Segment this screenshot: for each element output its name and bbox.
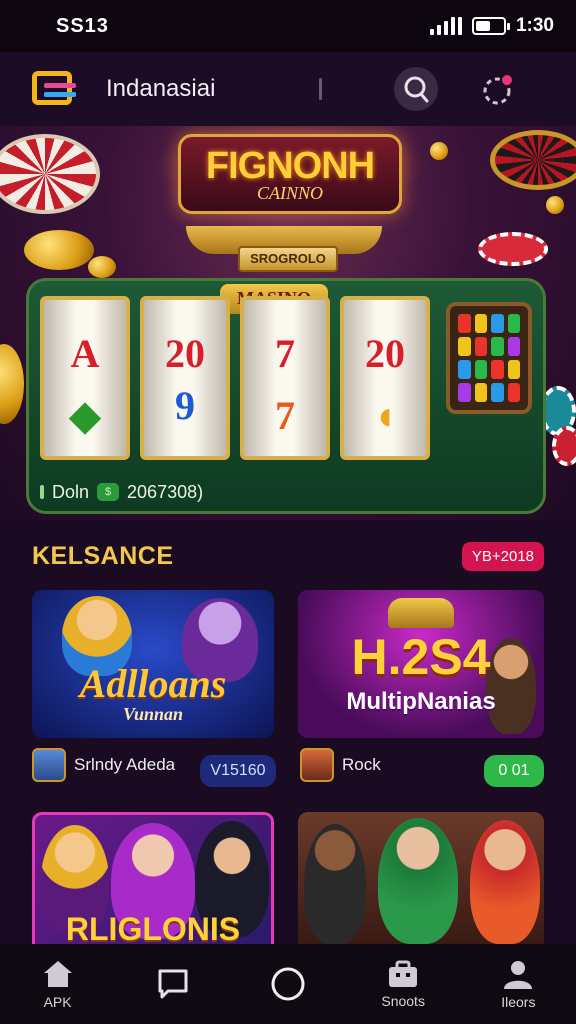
avatar	[32, 748, 66, 782]
game-card[interactable]: Adlloans Vunnan	[32, 590, 274, 738]
hero-banner[interactable]: FIGNONH CAINNO SROGROLO MASINO A ◆ 20 9 …	[0, 126, 576, 520]
battery-level	[475, 21, 490, 31]
game-card-title: Adlloans	[79, 661, 227, 706]
gold-coin-image	[88, 256, 116, 278]
game-card-meta: Rock	[300, 748, 381, 782]
chat-icon	[158, 969, 188, 999]
casino-logo: FIGNONH CAINNO	[178, 134, 402, 214]
header-divider	[319, 78, 323, 100]
nav-item-snoots[interactable]: Snoots	[348, 944, 458, 1024]
section-title: KELSANCE	[32, 541, 174, 570]
game-card[interactable]: RLIGLONIS	[32, 812, 274, 944]
game-provider-name: Srlndy Adeda	[74, 755, 176, 774]
gold-coin-image	[430, 142, 448, 160]
gold-coin-image	[24, 230, 94, 270]
status-clock: 1:30	[515, 15, 554, 36]
app-logo-icon[interactable]	[32, 69, 78, 109]
game-card-subtitle: MultipNanias	[346, 688, 496, 715]
character-image	[470, 820, 540, 944]
balance-bar: Doln $ 2067308)	[40, 478, 203, 506]
section-header: KELSANCE YB+2018	[32, 534, 544, 578]
slot-reel: 20 ◖	[340, 296, 430, 460]
balance-chip-icon: $	[97, 483, 120, 501]
balance-value: 2067308)	[127, 481, 204, 502]
user-icon	[504, 961, 533, 989]
bottom-nav: APK Snoots Ileors	[0, 944, 576, 1024]
notification-button[interactable]	[476, 67, 520, 111]
table-plaque: SROGROLO	[238, 246, 338, 272]
app-title: Indanasiai	[106, 75, 216, 102]
status-icons: 1:30	[429, 15, 554, 37]
section-badge[interactable]: YB+2018	[461, 541, 544, 571]
roulette-wheel-image	[0, 134, 100, 214]
circle-home-icon	[271, 967, 305, 1001]
game-provider-name: Rock	[342, 755, 381, 774]
game-card-title: H.2S4	[351, 629, 491, 685]
game-card[interactable]: H.2S4 MultipNanias	[298, 590, 544, 738]
slot-reel: A ◆	[40, 296, 130, 460]
game-stat-pill[interactable]: V15160	[200, 755, 276, 787]
avatar	[300, 748, 334, 782]
game-card[interactable]	[298, 812, 544, 944]
briefcase-icon	[389, 960, 418, 987]
character-image	[304, 824, 366, 944]
status-bar: SS13 1:30	[0, 0, 576, 52]
casino-chip-image	[552, 426, 576, 466]
nav-label: APK	[43, 994, 72, 1010]
home-icon	[43, 961, 72, 987]
casino-logo-title: FIGNONH	[205, 145, 375, 187]
gold-coin-image	[0, 344, 24, 424]
character-image	[378, 818, 458, 944]
nav-item-chat[interactable]	[118, 944, 228, 1024]
app-header: Indanasiai	[0, 52, 576, 126]
casino-chip-image	[478, 232, 548, 266]
nav-label: Ileors	[501, 994, 536, 1010]
notification-icon	[483, 75, 513, 105]
balance-label: Doln	[52, 481, 90, 502]
gold-coin-image	[546, 196, 564, 214]
casino-logo-subtitle: CAINNO	[256, 183, 323, 203]
search-icon	[404, 76, 429, 103]
status-time: SS13	[56, 14, 109, 37]
game-stat-pill[interactable]: 0 01	[484, 755, 544, 787]
nav-item-ileors[interactable]: Ileors	[463, 944, 573, 1024]
game-card-title: RLIGLONIS	[65, 911, 241, 944]
search-button[interactable]	[394, 67, 439, 111]
paytable-panel	[446, 302, 532, 414]
slot-reel: 20 9	[140, 296, 230, 460]
crown-image	[388, 598, 454, 628]
slot-reel: 7 7	[240, 296, 330, 460]
nav-item-home[interactable]	[233, 944, 343, 1024]
nav-item-apk[interactable]: APK	[3, 944, 113, 1024]
roulette-wheel-image	[490, 130, 576, 190]
balance-indicator	[40, 485, 44, 499]
game-card-subtitle: Vunnan	[122, 704, 184, 724]
nav-label: Snoots	[381, 993, 425, 1009]
battery-icon	[471, 17, 510, 35]
game-card-meta: Srlndy Adeda	[32, 748, 175, 782]
signal-icon	[429, 17, 462, 35]
